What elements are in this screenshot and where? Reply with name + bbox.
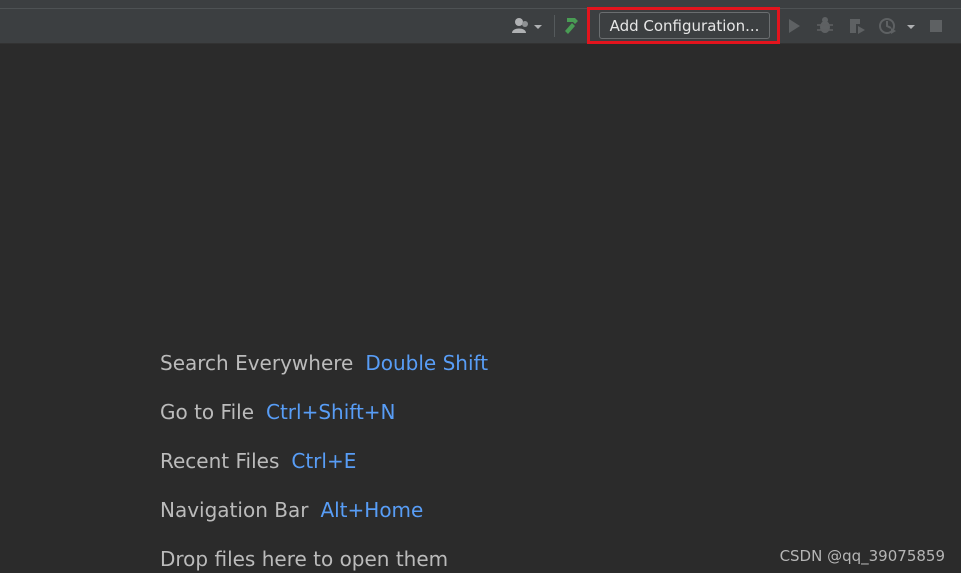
- debug-button[interactable]: [814, 9, 836, 43]
- hint-label: Recent Files: [160, 448, 280, 473]
- hint-label: Navigation Bar: [160, 497, 309, 522]
- hint-shortcut: Ctrl+E: [291, 448, 357, 473]
- chevron-down-icon: [907, 25, 915, 29]
- user-icon: [512, 18, 542, 33]
- title-strip: [0, 0, 961, 8]
- hint-label: Drop files here to open them: [160, 546, 449, 571]
- chevron-down-icon: [534, 25, 542, 29]
- watermark-text: CSDN @qq_39075859: [779, 547, 945, 565]
- user-menu[interactable]: [508, 9, 548, 43]
- hint-recent-files: Recent Files Ctrl+E: [160, 436, 488, 485]
- hint-go-to-file: Go to File Ctrl+Shift+N: [160, 387, 488, 436]
- hint-drop-files: Drop files here to open them: [160, 534, 488, 573]
- profile-button[interactable]: [876, 9, 918, 43]
- toolbar-separator: [554, 15, 555, 37]
- hint-shortcut: Ctrl+Shift+N: [266, 399, 396, 424]
- build-button[interactable]: [560, 9, 586, 43]
- hint-label: Search Everywhere: [160, 350, 354, 375]
- coverage-icon: [850, 19, 865, 34]
- coverage-button[interactable]: [846, 9, 868, 43]
- stop-icon: [930, 20, 942, 32]
- hint-search-everywhere: Search Everywhere Double Shift: [160, 338, 488, 387]
- annotation-highlight-box: [587, 7, 780, 44]
- run-button[interactable]: [784, 9, 804, 43]
- hint-shortcut: Double Shift: [365, 350, 489, 375]
- editor-empty-hints: Search Everywhere Double Shift Go to Fil…: [160, 338, 488, 573]
- stop-button[interactable]: [926, 9, 946, 43]
- profile-icon: [879, 18, 915, 34]
- build-hammer-icon: [565, 18, 578, 34]
- hint-label: Go to File: [160, 399, 254, 424]
- hint-shortcut: Alt+Home: [320, 497, 424, 522]
- hint-navigation-bar: Navigation Bar Alt+Home: [160, 485, 488, 534]
- run-icon: [789, 19, 800, 33]
- debug-bug-icon: [817, 17, 833, 33]
- ide-window: Add Configuration... Search Everywhere D…: [0, 0, 961, 573]
- navigation-toolbar: Add Configuration...: [0, 9, 961, 44]
